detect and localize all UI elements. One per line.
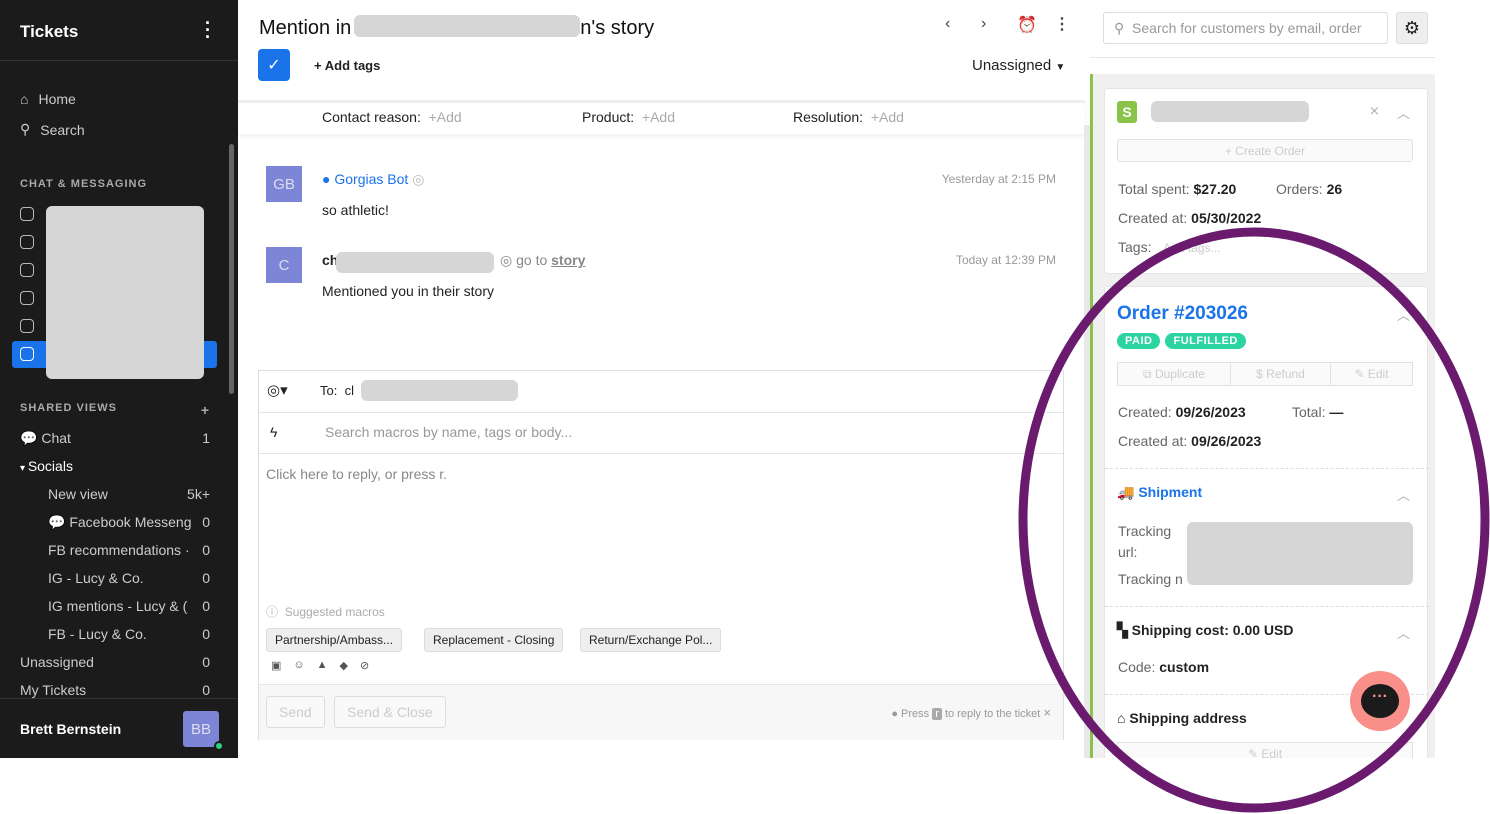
highlight-circle xyxy=(1018,227,1490,813)
annotation-ellipse xyxy=(1018,227,1490,813)
